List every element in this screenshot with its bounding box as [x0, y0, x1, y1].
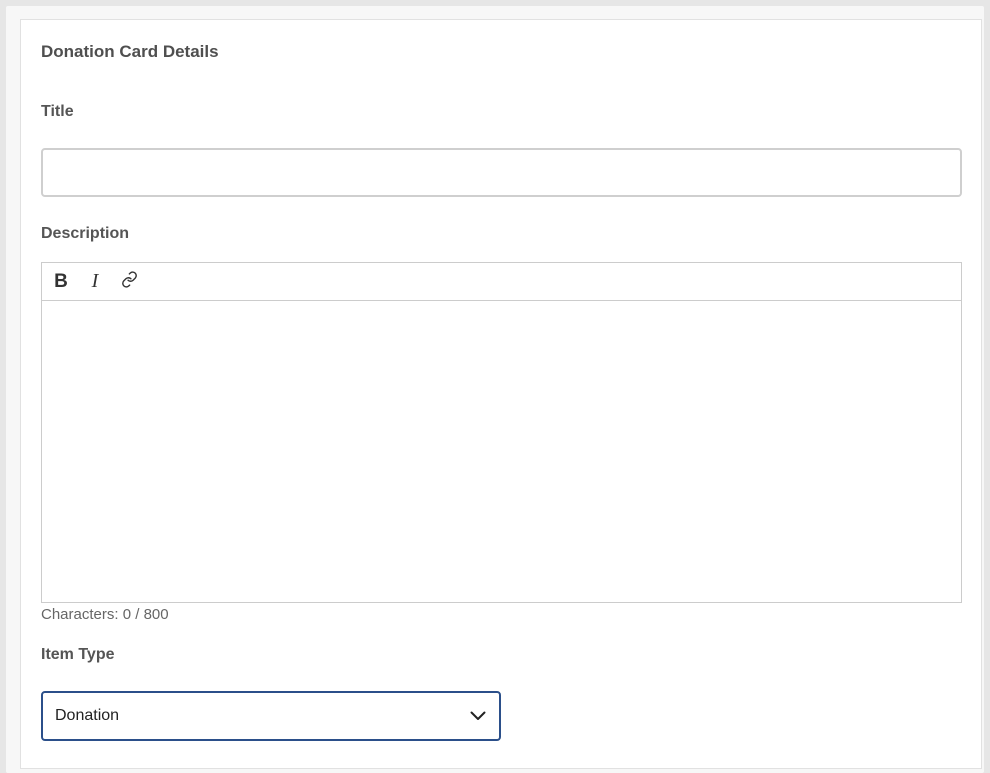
counter-max: 800 [143, 606, 169, 623]
page-background: Donation Card Details Title Description … [6, 6, 984, 773]
counter-prefix: Characters: [41, 606, 119, 623]
title-label: Title [41, 103, 74, 120]
item-type-label: Item Type [41, 646, 115, 663]
link-icon [121, 270, 138, 293]
item-type-value: Donation [55, 707, 120, 724]
character-counter: Characters: 0 / 800 [41, 606, 169, 623]
counter-separator: / [135, 606, 140, 623]
bold-button[interactable]: B [44, 267, 78, 297]
italic-button[interactable]: I [78, 267, 112, 297]
counter-current: 0 [122, 606, 132, 623]
donation-card-panel: Donation Card Details Title Description … [20, 19, 982, 769]
description-label: Description [41, 225, 130, 242]
link-button[interactable] [112, 267, 146, 297]
description-textarea[interactable] [42, 301, 961, 602]
title-input[interactable] [41, 148, 962, 197]
editor-toolbar: B I [42, 263, 961, 301]
chevron-down-icon [469, 707, 487, 725]
card-title: Donation Card Details [41, 42, 219, 61]
item-type-select[interactable]: Donation [41, 691, 501, 741]
description-editor: B I [41, 262, 962, 603]
